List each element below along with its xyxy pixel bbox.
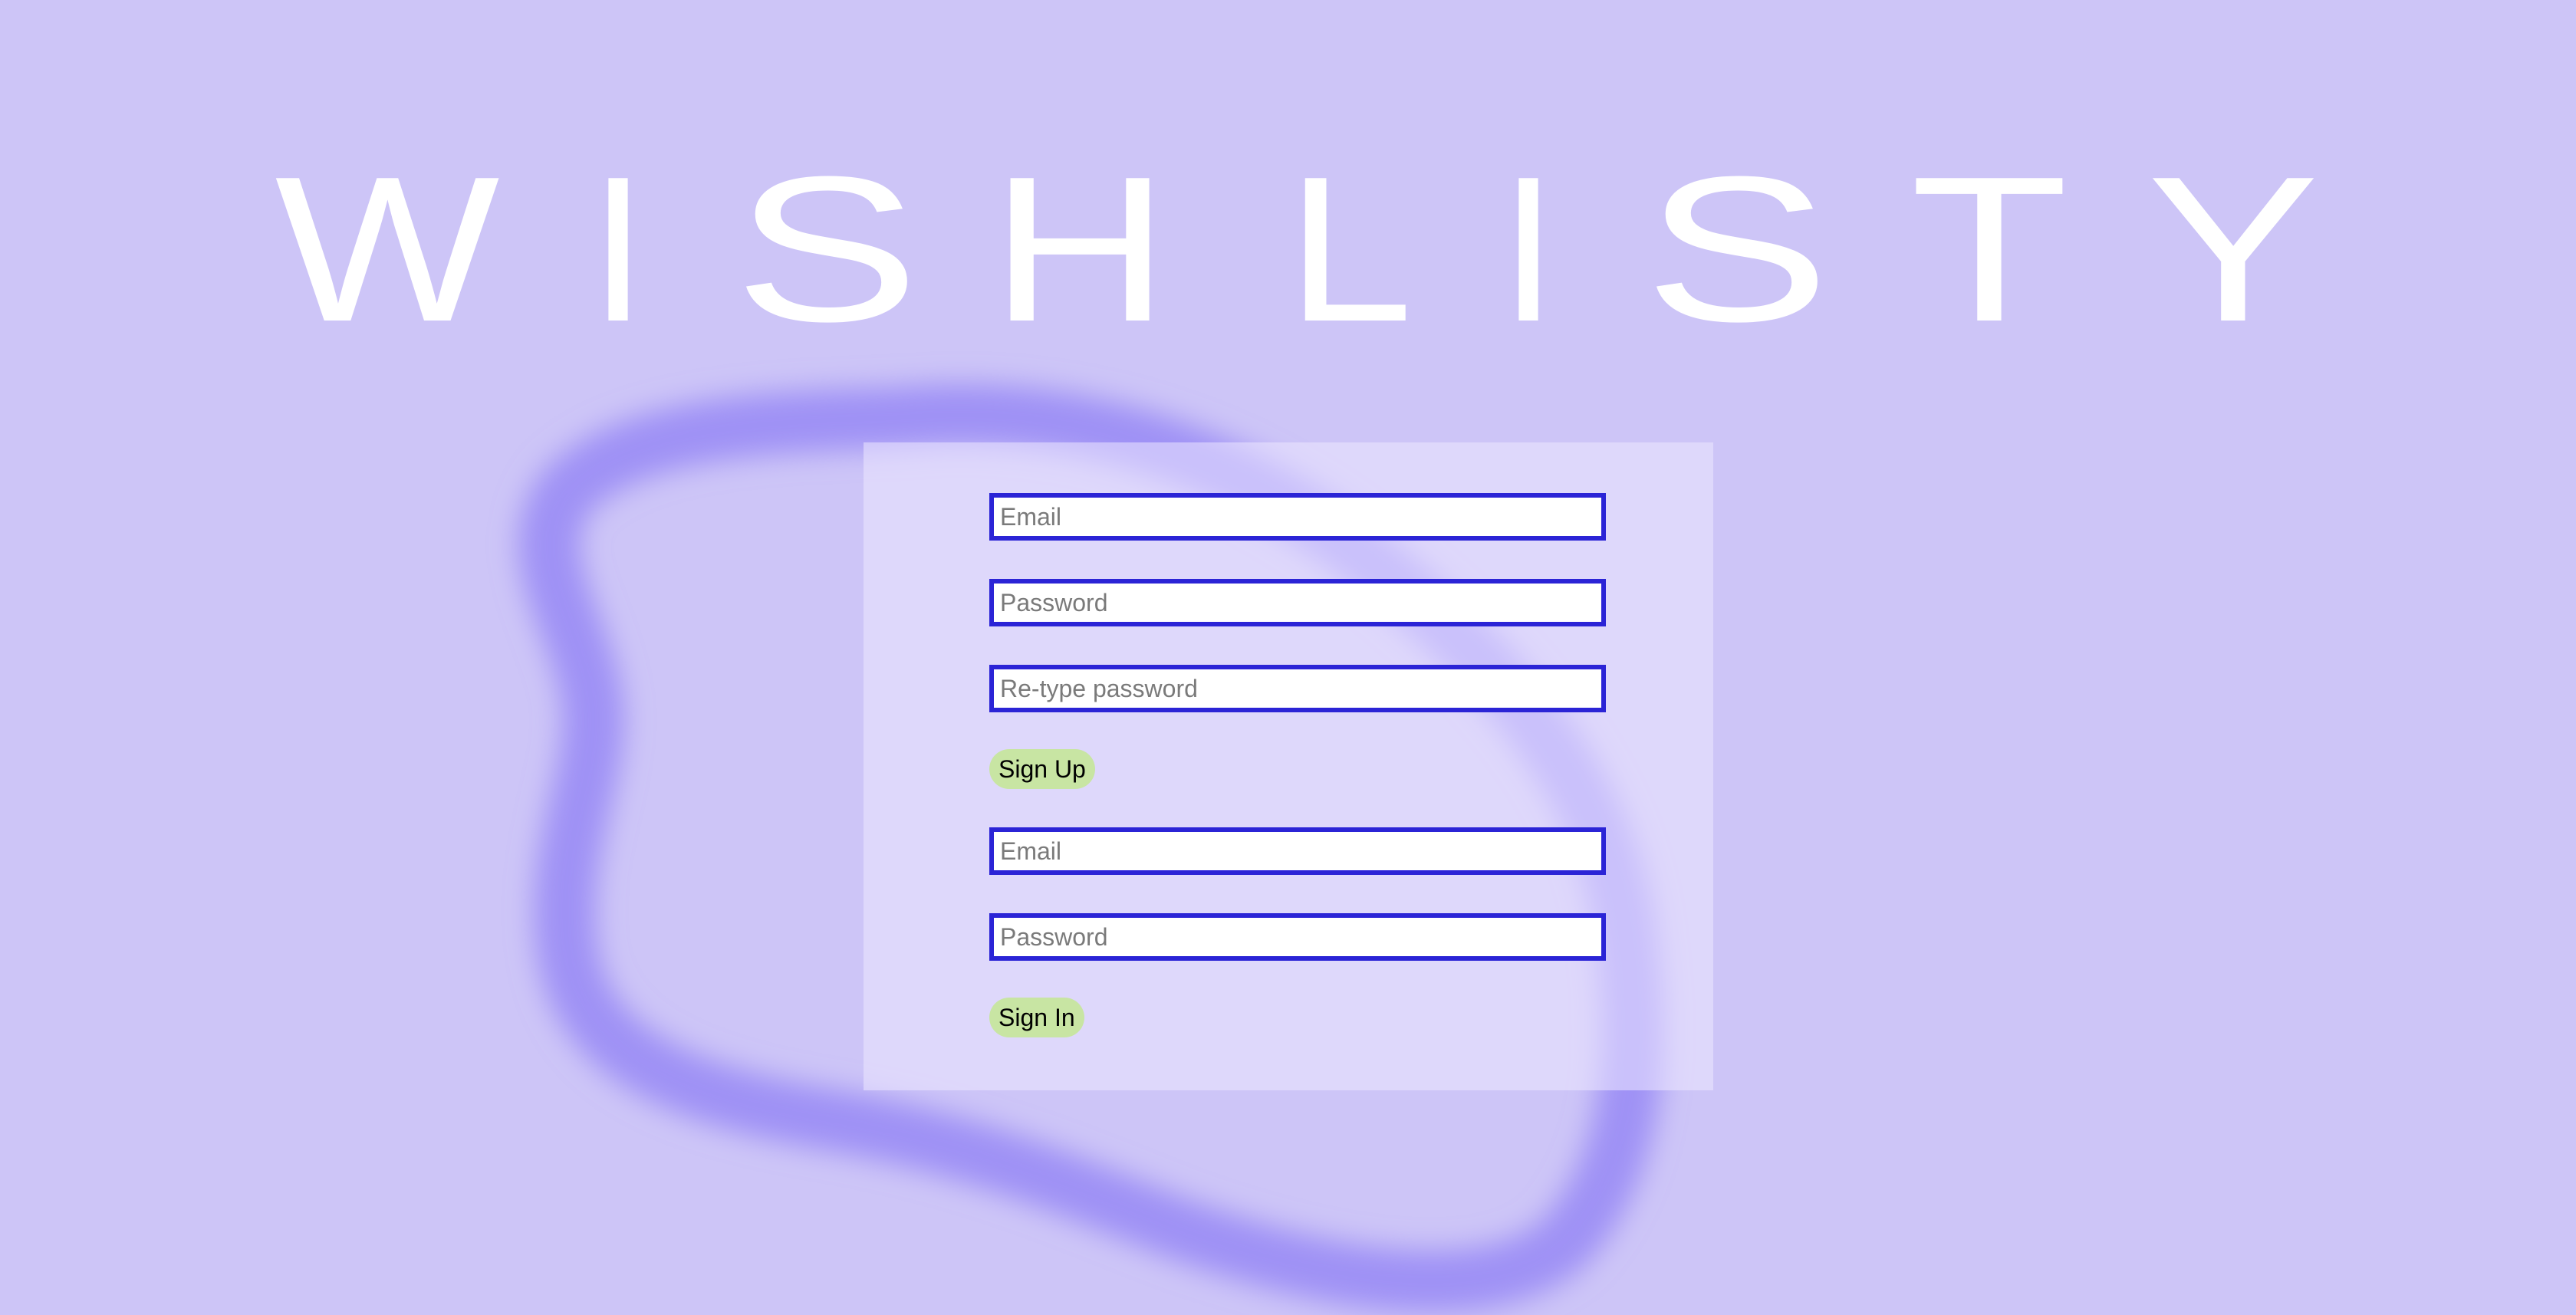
logo-letter-t: T <box>1910 146 2068 345</box>
sign-in-button[interactable]: Sign In <box>989 998 1084 1037</box>
logo-letter-w: W <box>275 146 502 345</box>
logo-letter-i: I <box>1499 146 1557 345</box>
signup-email-input[interactable] <box>989 493 1606 541</box>
sign-up-button[interactable]: Sign Up <box>989 749 1095 789</box>
signin-email-input[interactable] <box>989 827 1606 875</box>
logo-letter-h: H <box>990 146 1170 345</box>
logo-letter-i: I <box>589 146 646 345</box>
signup-retype-password-input[interactable] <box>989 665 1606 712</box>
logo-letter-y: Y <box>2147 146 2319 345</box>
signup-password-input[interactable] <box>989 579 1606 626</box>
logo-letter-l: L <box>1286 146 1413 345</box>
signin-password-input[interactable] <box>989 913 1606 961</box>
logo-letter-s: S <box>733 146 920 345</box>
logo-letter-s: S <box>1643 146 1830 345</box>
wishlisty-logo: W I S H L I S T Y <box>275 146 2319 345</box>
